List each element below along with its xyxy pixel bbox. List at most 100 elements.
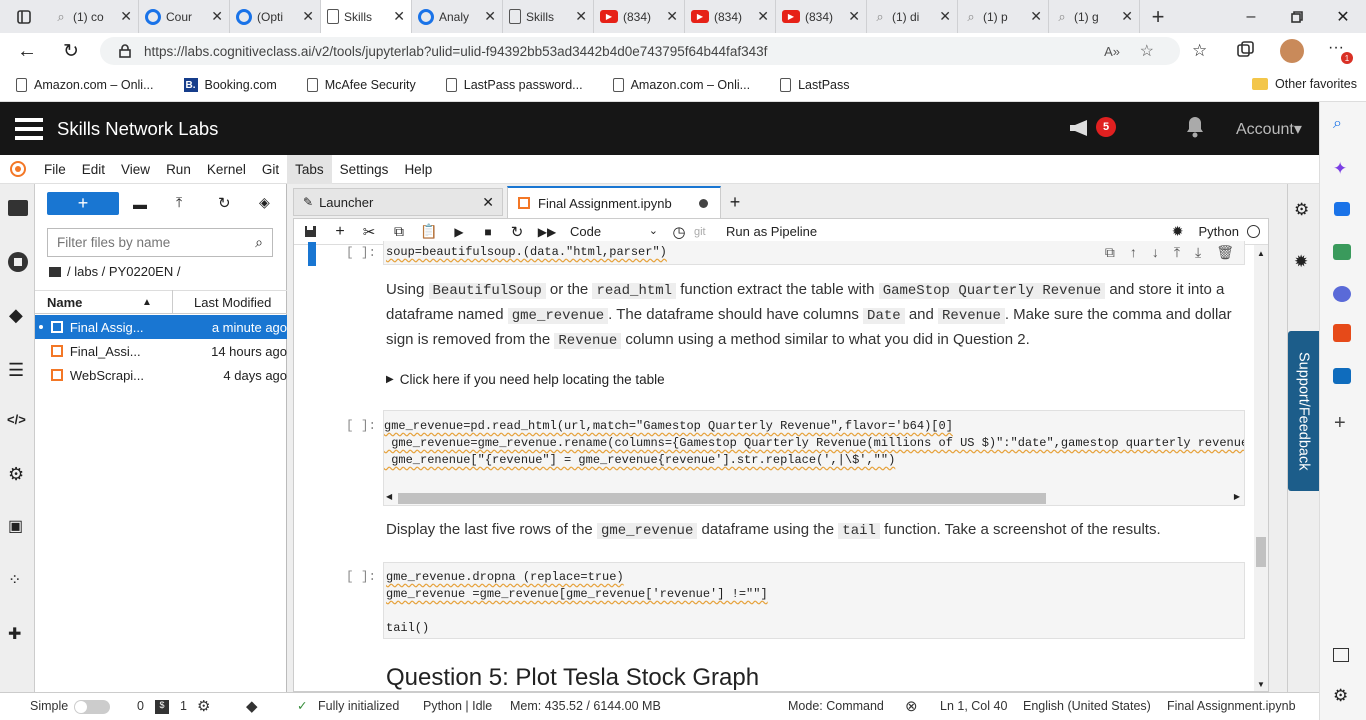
code-line[interactable]: gme_revenue.dropna (replace=true)	[386, 570, 624, 584]
name-column-header[interactable]: Name	[47, 295, 142, 310]
move-down-icon[interactable]: ↓	[1152, 244, 1159, 261]
tab-final-assignment[interactable]: Final Assignment.ipynb	[507, 186, 721, 218]
running-sessions-icon[interactable]	[8, 252, 28, 272]
read-aloud-icon[interactable]: A»	[1104, 44, 1120, 59]
scrollbar-thumb[interactable]	[1256, 537, 1266, 567]
debugger-bug-icon[interactable]: ✹	[1294, 252, 1308, 272]
bookmark-item[interactable]: Amazon.com – Onli...	[16, 78, 154, 92]
file-filter-input[interactable]	[57, 235, 256, 250]
profile-avatar[interactable]	[1280, 39, 1304, 63]
extensions-grid-icon[interactable]: ⁘	[8, 570, 21, 590]
cut-icon[interactable]: ✂	[354, 223, 384, 241]
close-tab-icon[interactable]: ✕	[848, 8, 860, 25]
folder-tab-icon[interactable]	[8, 200, 28, 216]
stop-icon[interactable]: ■	[474, 225, 502, 239]
office-icon[interactable]	[1333, 324, 1351, 342]
insert-above-icon[interactable]: ⤒	[1174, 244, 1180, 261]
markdown-cell-2[interactable]: Display the last five rows of the gme_re…	[386, 518, 1246, 543]
cursor-position[interactable]: Ln 1, Col 40	[940, 699, 1007, 713]
duplicate-cell-icon[interactable]: ⧉	[1105, 244, 1115, 261]
close-tab-icon[interactable]: ✕	[939, 8, 951, 25]
code-line[interactable]: gme_revenue =gme_revenue[gme_revenue['re…	[386, 587, 768, 601]
close-tab-icon[interactable]: ✕	[302, 8, 314, 25]
folder-icon[interactable]	[49, 266, 61, 277]
restore-icon[interactable]	[1274, 10, 1320, 23]
browser-tab[interactable]: Analy ✕	[412, 0, 503, 33]
shopping-tag-icon[interactable]	[1334, 202, 1350, 216]
url-field[interactable]: https://labs.cognitiveclass.ai/v2/tools/…	[100, 37, 1180, 65]
tab-launcher[interactable]: ✎ Launcher ✕	[293, 188, 503, 216]
kernel-status[interactable]: Python | Idle	[423, 699, 492, 713]
run-all-icon[interactable]: ▶▶	[532, 225, 562, 239]
notebook-scrollbar[interactable]: ▲ ▼	[1254, 245, 1268, 691]
search-sidebar-icon[interactable]: ⌕	[1333, 115, 1342, 133]
add-tab-icon[interactable]: +	[723, 190, 747, 214]
lsp-status[interactable]: Fully initialized	[318, 699, 399, 713]
browser-tab[interactable]: ▶ (834) ✕	[594, 0, 685, 33]
markdown-cell-1[interactable]: Using BeautifulSoup or the read_html fun…	[386, 278, 1246, 353]
hamburger-menu-icon[interactable]	[14, 116, 44, 142]
browser-tab[interactable]: Skills ✕	[321, 0, 412, 33]
code-cell-2[interactable]: gme_revenue=pd.read_html(url,match="Game…	[383, 410, 1245, 506]
details-toggle[interactable]: ▶ Click here if you need help locating t…	[386, 372, 665, 387]
menu-kernel[interactable]: Kernel	[199, 155, 254, 184]
toc-icon[interactable]: ☰	[8, 360, 24, 381]
code-cell-3[interactable]: gme_revenue.dropna (replace=true) gme_re…	[383, 562, 1245, 639]
extension-manager-icon[interactable]: ✚	[8, 624, 21, 644]
announcement-icon[interactable]	[1068, 118, 1094, 141]
hscroll-thumb[interactable]	[398, 493, 1046, 504]
tools-icon[interactable]	[1333, 244, 1351, 260]
close-tab-icon[interactable]: ✕	[120, 8, 132, 25]
insert-below-icon[interactable]: ⤓	[1195, 244, 1201, 261]
run-as-pipeline-button[interactable]: Run as Pipeline	[726, 224, 817, 239]
save-icon[interactable]	[294, 225, 326, 238]
history-icon[interactable]: ◷	[664, 223, 694, 241]
unsaved-dot-icon[interactable]	[699, 198, 708, 208]
account-menu[interactable]: Account▾	[1236, 119, 1302, 139]
bookmark-item[interactable]: McAfee Security	[306, 78, 416, 92]
restart-icon[interactable]: ↻	[502, 223, 532, 241]
browser-tab[interactable]: Skills ✕	[503, 0, 594, 33]
horizontal-scrollbar[interactable]: ◀ ▶	[384, 491, 1244, 505]
close-tab-icon[interactable]: ✕	[1030, 8, 1042, 25]
notebook-trust-icon[interactable]: ⊗	[905, 697, 918, 715]
hide-sidebar-icon[interactable]	[1333, 648, 1349, 662]
browser-tab[interactable]: ⌕ (1) co ✕	[48, 0, 139, 33]
terminal-icon[interactable]: $	[155, 700, 169, 714]
menu-tabs[interactable]: Tabs	[287, 154, 332, 184]
support-feedback-tab[interactable]: Support/Feedback	[1288, 331, 1319, 491]
debugger-icon[interactable]: ✹	[1172, 223, 1184, 240]
code-cell-1[interactable]: soup=beautifulsoup.(data."html,parser") …	[383, 241, 1245, 265]
games-icon[interactable]	[1333, 286, 1351, 302]
spellcheck-language[interactable]: English (United States)	[1023, 699, 1151, 713]
menu-file[interactable]: File	[36, 155, 74, 184]
close-tab-icon[interactable]: ✕	[393, 8, 405, 25]
file-filter-field[interactable]: ⌕	[47, 228, 273, 257]
menu-edit[interactable]: Edit	[74, 155, 113, 184]
browser-tab[interactable]: Cour ✕	[139, 0, 230, 33]
code-line[interactable]: gme_renenue["{revenue"] = gme_revenue{re…	[384, 453, 895, 467]
close-tab-icon[interactable]: ✕	[1121, 8, 1133, 25]
file-row[interactable]: WebScrapi... 4 days ago	[35, 363, 287, 387]
upload-icon[interactable]: ⤒	[176, 194, 182, 211]
close-tab-icon[interactable]: ✕	[482, 194, 494, 211]
refresh-icon[interactable]: ↻	[60, 41, 82, 62]
new-folder-icon[interactable]: ▬	[133, 196, 147, 212]
new-launcher-button[interactable]: +	[47, 192, 119, 215]
settings-gear-icon[interactable]: ⚙	[8, 464, 24, 485]
browser-tab[interactable]: ⌕ (1) p ✕	[958, 0, 1049, 33]
add-sidebar-icon[interactable]: +	[1334, 412, 1346, 435]
terminals-count[interactable]: 0	[137, 699, 144, 713]
refresh-files-icon[interactable]: ↻	[218, 194, 231, 212]
paste-icon[interactable]: 📋	[414, 223, 444, 240]
kernel-chip-icon[interactable]: ⚙	[197, 697, 210, 715]
code-line[interactable]: gme_revenue=gme_revenue.rename(columns={…	[384, 436, 1244, 450]
code-line[interactable]: gme_revenue=pd.read_html(url,match="Game…	[384, 419, 953, 433]
bookmark-item[interactable]: LastPass password...	[445, 78, 583, 92]
insert-cell-icon[interactable]: +	[326, 223, 354, 241]
back-icon[interactable]: ←	[16, 40, 38, 62]
menu-settings[interactable]: Settings	[332, 155, 397, 184]
tab-actions-icon[interactable]	[0, 0, 48, 33]
browser-tab[interactable]: ⌕ (1) di ✕	[867, 0, 958, 33]
close-window-icon[interactable]: ✕	[1320, 7, 1366, 27]
